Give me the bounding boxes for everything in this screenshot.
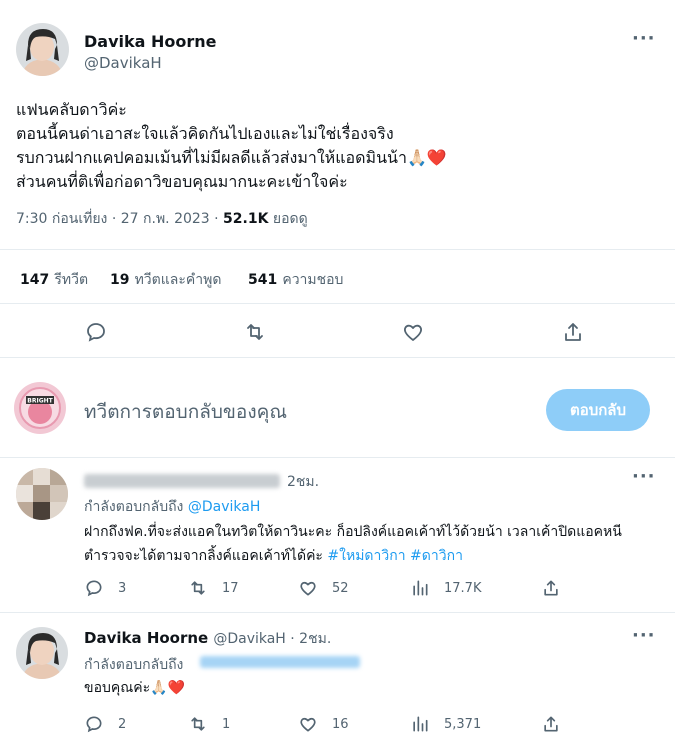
replying-handle[interactable]: @DavikaH xyxy=(188,499,261,515)
reply-header: Davika Hoorne @DavikaH · 2ชม. xyxy=(84,628,331,650)
author-name[interactable]: Davika Hoorne xyxy=(84,629,208,647)
timestamp[interactable]: 7:30 ก่อนเที่ยง · 27 ก.พ. 2023 · xyxy=(16,211,223,227)
avatar-label: BRIGHT xyxy=(27,398,53,405)
retweet-icon[interactable] xyxy=(188,578,208,598)
reply-icon[interactable] xyxy=(84,320,108,344)
retweet-icon[interactable] xyxy=(188,714,208,734)
replying-to: กำลังตอบกลับถึง xyxy=(84,654,183,676)
thread-line xyxy=(41,526,43,576)
tweet-line: ตอนนี้คนด่าเอาสะใจแล้วคิดกันไปเองและไม่ใ… xyxy=(16,124,394,143)
more-options-button[interactable]: ··· xyxy=(632,28,656,49)
retweet-count: 17 xyxy=(222,581,239,596)
quotes-stat[interactable]: 19 ทวีตและคำพูด xyxy=(110,269,221,291)
divider xyxy=(0,303,675,304)
avatar[interactable] xyxy=(16,468,68,520)
like-icon[interactable] xyxy=(401,320,425,344)
avatar[interactable]: BRIGHT xyxy=(14,382,66,434)
replying-prefix: กำลังตอบกลับถึง xyxy=(84,499,188,515)
redacted-username xyxy=(84,474,280,488)
retweets-count: 147 xyxy=(20,272,50,288)
hashtag[interactable]: #ดาวิกา xyxy=(410,548,463,564)
replying-prefix: กำลังตอบกลับถึง xyxy=(84,657,184,673)
author-handle-time[interactable]: @DavikaH · 2ชม. xyxy=(213,631,331,647)
avatar[interactable] xyxy=(16,23,69,76)
tweet-line: รบกวนฝากแคปคอมเม้นที่ไม่มีผลดีแล้วส่งมาใ… xyxy=(16,148,447,167)
tweet-line: แฟนคลับดาวิค่ะ xyxy=(16,100,127,119)
quotes-count: 19 xyxy=(110,272,130,288)
reply-text: ฝากถึงฟค.ที่จะส่งแอคในทวิตให้ดาวินะคะ ก็… xyxy=(84,520,659,568)
reply-count: 3 xyxy=(118,581,127,596)
quotes-label: ทวีตและคำพูด xyxy=(134,272,222,288)
hashtag[interactable]: #ใหม่ดาวิกา xyxy=(327,548,405,564)
like-icon[interactable] xyxy=(298,714,318,734)
likes-count: 541 xyxy=(248,272,278,288)
more-options-button[interactable]: ··· xyxy=(632,466,656,487)
author-name[interactable]: Davika Hoorne xyxy=(84,32,217,51)
tweet-line: ส่วนคนที่ติเพื่อก่อดาวิขอบคุณมากนะคะเข้า… xyxy=(16,172,348,191)
retweet-icon[interactable] xyxy=(243,320,267,344)
likes-label: ความชอบ xyxy=(282,272,344,288)
views-icon[interactable] xyxy=(410,578,430,598)
avatar[interactable] xyxy=(16,627,68,679)
like-count: 16 xyxy=(332,717,349,732)
redacted-handle xyxy=(200,656,360,668)
divider xyxy=(0,357,675,358)
reply-body: ขอบคุณค่ะ🙏🏻❤️ xyxy=(84,680,185,696)
more-options-button[interactable]: ··· xyxy=(632,625,656,646)
like-count: 52 xyxy=(332,581,349,596)
tweet-text: แฟนคลับดาวิค่ะ ตอนนี้คนด่าเอาสะใจแล้วคิด… xyxy=(16,98,656,194)
reply-button[interactable]: ตอบกลับ xyxy=(546,389,650,431)
reply-icon[interactable] xyxy=(84,578,104,598)
share-icon[interactable] xyxy=(541,714,561,734)
replying-to: กำลังตอบกลับถึง @DavikaH xyxy=(84,496,260,518)
share-icon[interactable] xyxy=(561,320,585,344)
views-count: 17.7K xyxy=(444,581,482,596)
views-count: 5,371 xyxy=(444,717,482,732)
reply-time[interactable]: 2ชม. xyxy=(287,471,319,493)
views-icon[interactable] xyxy=(410,714,430,734)
reply-count: 2 xyxy=(118,717,127,732)
author-handle[interactable]: @DavikaH xyxy=(84,54,162,72)
views-label: ยอดดู xyxy=(268,211,308,227)
views-count: 52.1K xyxy=(223,211,269,227)
divider xyxy=(0,457,675,458)
divider xyxy=(0,249,675,250)
divider xyxy=(0,612,675,613)
like-icon[interactable] xyxy=(298,578,318,598)
likes-stat[interactable]: 541 ความชอบ xyxy=(248,269,343,291)
reply-icon[interactable] xyxy=(84,714,104,734)
retweets-stat[interactable]: 147 รีทวีต xyxy=(20,269,88,291)
reply-input[interactable]: ทวีตการตอบกลับของคุณ xyxy=(84,397,287,427)
share-icon[interactable] xyxy=(541,578,561,598)
retweets-label: รีทวีต xyxy=(54,272,89,288)
retweet-count: 1 xyxy=(222,717,231,732)
tweet-meta: 7:30 ก่อนเที่ยง · 27 ก.พ. 2023 · 52.1K ย… xyxy=(16,208,308,230)
